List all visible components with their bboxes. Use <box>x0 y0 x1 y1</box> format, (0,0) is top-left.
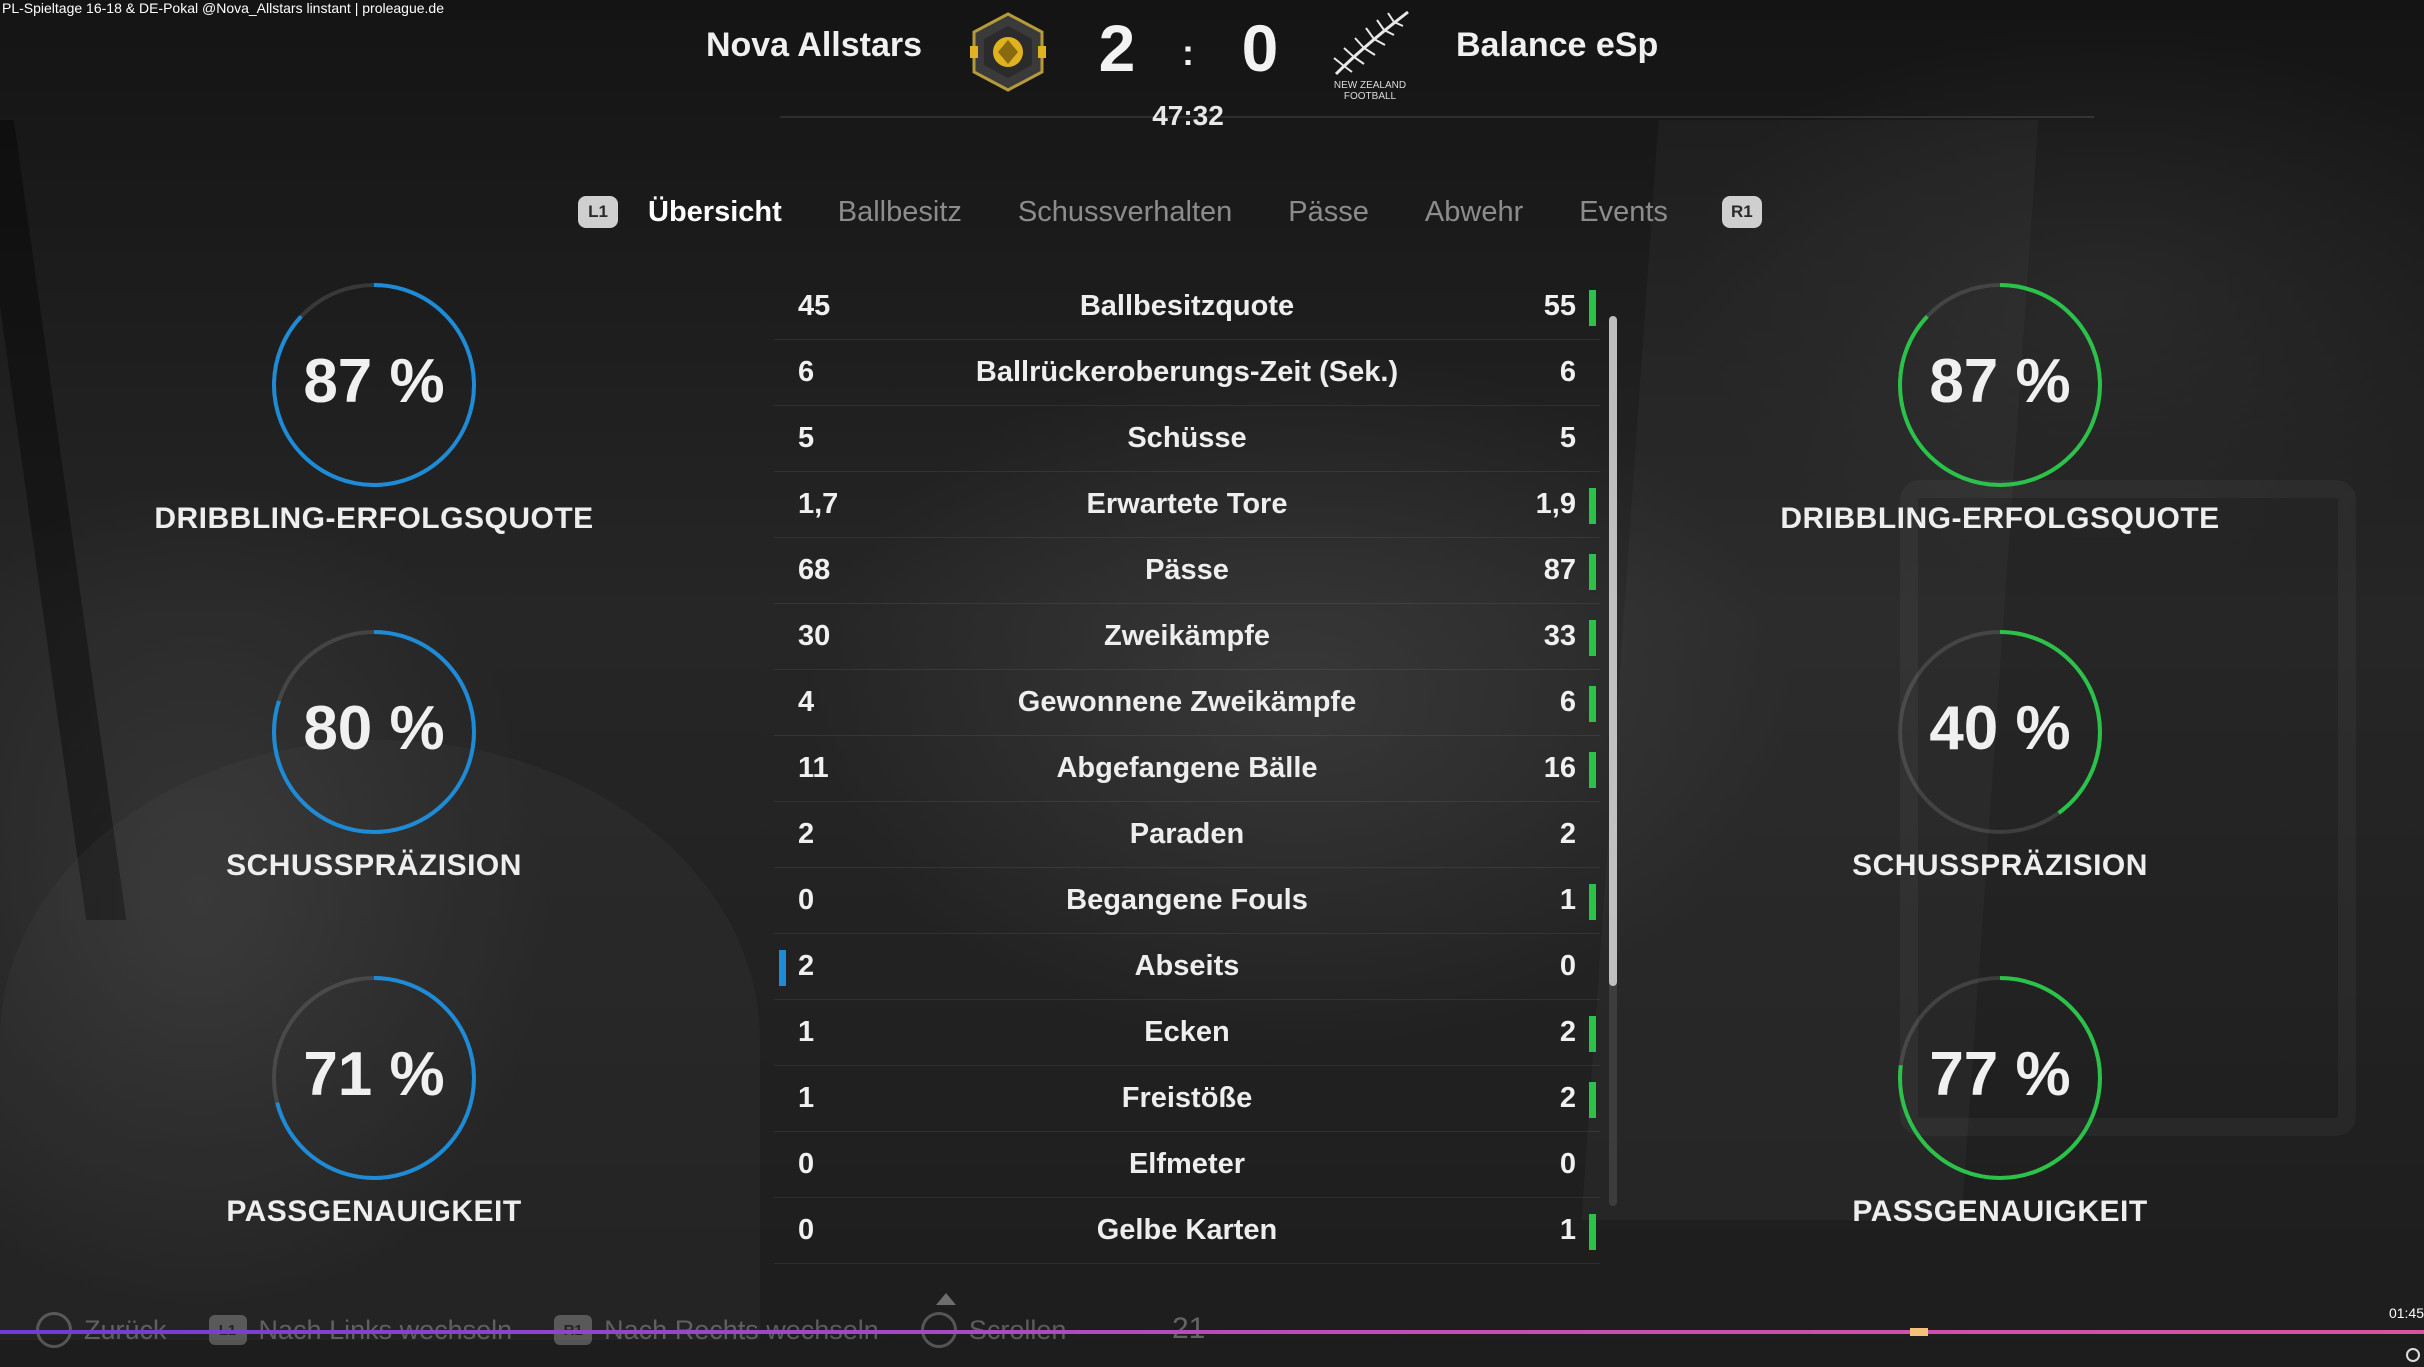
video-progress-bar[interactable] <box>0 1330 2424 1334</box>
stat-row: 0 Gelbe Karten 1 <box>774 1198 1600 1264</box>
stats-scroll-thumb[interactable] <box>1609 316 1617 986</box>
stat-label: Schüsse <box>1127 422 1247 454</box>
stat-label: Ballbesitzquote <box>1079 290 1295 322</box>
stats-table: 45 Ballbesitzquote 55 6 Ballrückeroberungs-Z… <box>774 274 1600 1264</box>
away-ring-stat: 40 % SCHUSSPRÄZISION <box>1780 627 2220 883</box>
stat-label: Freistöße <box>1121 1082 1253 1114</box>
away-team-name: Balance eSp <box>1456 26 1659 64</box>
stat-away-value: 1 <box>1559 1214 1576 1246</box>
tab-events[interactable]: Events <box>1579 196 1668 229</box>
stat-row: 45 Ballbesitzquote 55 <box>774 274 1600 340</box>
stat-away-value: 55 <box>1543 290 1576 322</box>
stat-away-value: 5 <box>1559 422 1576 454</box>
stat-row: 5 Schüsse 5 <box>774 406 1600 472</box>
away-ring-stat: 87 % DRIBBLING-ERFOLGSQUOTE <box>1780 280 2220 536</box>
progress-marker <box>1910 1328 1928 1336</box>
stat-row: 2 Paraden 2 <box>774 802 1600 868</box>
stat-label: Elfmeter <box>1128 1148 1246 1180</box>
stat-label: Zweikämpfe <box>1104 620 1270 652</box>
stat-row: 6 Ballrückeroberungs-Zeit (Sek.) 6 <box>774 340 1600 406</box>
stat-label: Ecken <box>1144 1016 1230 1048</box>
stat-away-value: 6 <box>1559 686 1576 718</box>
stat-away-value: 6 <box>1559 356 1576 388</box>
home-ring-stat: 87 % DRIBBLING-ERFOLGSQUOTE <box>154 280 594 536</box>
stat-row: 2 Abseits 0 <box>774 934 1600 1000</box>
stat-label: Begangene Fouls <box>1066 884 1308 916</box>
home-ring-stat: 80 % SCHUSSPRÄZISION <box>154 627 594 883</box>
ring-label: DRIBBLING-ERFOLGSQUOTE <box>154 502 594 535</box>
tab-uebersicht[interactable]: Übersicht <box>648 196 782 229</box>
ring-percent-value: 77 % <box>1929 1040 2071 1109</box>
stat-label: Ballrückeroberungs-Zeit (Sek.) <box>975 356 1399 388</box>
stat-row: 1 Freistöße 2 <box>774 1066 1600 1132</box>
ring-percent-value: 87 % <box>303 347 445 416</box>
stat-label: Abseits <box>1134 950 1240 982</box>
stat-row: 4 Gewonnene Zweikämpfe 6 <box>774 670 1600 736</box>
tab-ballbesitz[interactable]: Ballbesitz <box>838 196 962 229</box>
footer-count: 21 <box>1172 1312 1206 1345</box>
stat-away-value: 16 <box>1543 752 1576 784</box>
ring-label: PASSGENAUIGKEIT <box>226 1195 522 1228</box>
home-score: 2 <box>1098 11 1136 85</box>
away-score: 0 <box>1241 11 1279 85</box>
stats-tabs: L1 Übersicht Ballbesitz Schussverhalten … <box>578 190 1762 234</box>
stat-row: 30 Zweikämpfe 33 <box>774 604 1600 670</box>
stat-label: Erwartete Tore <box>1086 488 1288 520</box>
stat-label: Paraden <box>1129 818 1245 850</box>
home-team-name: Nova Allstars <box>705 26 922 64</box>
stat-away-value: 1,9 <box>1535 488 1576 520</box>
scroll-up-arrow-icon <box>936 1293 956 1305</box>
stat-away-value: 2 <box>1559 1016 1576 1048</box>
tab-abwehr[interactable]: Abwehr <box>1425 196 1523 229</box>
video-time: 01:45 <box>2388 1305 2424 1321</box>
stat-row: 0 Elfmeter 0 <box>774 1132 1600 1198</box>
stat-row: 0 Begangene Fouls 1 <box>774 868 1600 934</box>
tab-schussverhalten[interactable]: Schussverhalten <box>1018 196 1232 229</box>
stat-away-value: 87 <box>1543 554 1576 586</box>
ring-percent-value: 71 % <box>303 1040 445 1109</box>
match-clock: 47:32 <box>1152 100 1224 131</box>
stat-row: 1 Ecken 2 <box>774 1000 1600 1066</box>
stat-away-value: 2 <box>1559 818 1576 850</box>
stat-away-value: 0 <box>1559 950 1576 982</box>
r1-bumper-icon[interactable]: R1 <box>1721 196 1762 228</box>
stat-away-value: 33 <box>1543 620 1576 652</box>
stream-title: PL-Spieltage 16-18 & DE-Pokal @Nova_Alls… <box>2 0 444 16</box>
stat-row: 1,7 Erwartete Tore 1,9 <box>774 472 1600 538</box>
away-crest-text-2: FOOTBALL <box>1344 91 1397 100</box>
away-crest-text-1: NEW ZEALAND <box>1334 80 1406 91</box>
ring-percent-value: 87 % <box>1929 347 2071 416</box>
header-divider <box>780 116 2094 118</box>
home-team-crest-icon <box>970 12 1046 92</box>
ring-label: SCHUSSPRÄZISION <box>1852 849 2148 882</box>
ring-label: SCHUSSPRÄZISION <box>226 849 522 882</box>
stat-label: Pässe <box>1145 554 1229 586</box>
gear-icon[interactable] <box>2406 1348 2420 1362</box>
stats-scrollbar[interactable] <box>1609 316 1617 1206</box>
away-ring-stat: 77 % PASSGENAUIGKEIT <box>1780 973 2220 1229</box>
stat-row: 11 Abgefangene Bälle 16 <box>774 736 1600 802</box>
home-ring-stat: 71 % PASSGENAUIGKEIT <box>154 973 594 1229</box>
stat-away-value: 0 <box>1559 1148 1576 1180</box>
ring-label: PASSGENAUIGKEIT <box>1852 1195 2148 1228</box>
score-separator: : <box>1182 32 1194 73</box>
stat-label: Gelbe Karten <box>1096 1214 1278 1246</box>
away-team-fern-crest-icon: NEW ZEALAND FOOTBALL <box>1333 10 1409 100</box>
stat-row: 68 Pässe 87 <box>774 538 1600 604</box>
ring-label: DRIBBLING-ERFOLGSQUOTE <box>1780 502 2220 535</box>
ring-percent-value: 40 % <box>1929 694 2071 763</box>
l1-bumper-icon[interactable]: L1 <box>578 196 618 228</box>
stat-label: Gewonnene Zweikämpfe <box>1017 686 1357 718</box>
stat-away-value: 1 <box>1559 884 1576 916</box>
stat-label: Abgefangene Bälle <box>1056 752 1318 784</box>
ring-percent-value: 80 % <box>303 694 445 763</box>
stat-away-value: 2 <box>1559 1082 1576 1114</box>
tab-paesse[interactable]: Pässe <box>1288 196 1369 229</box>
